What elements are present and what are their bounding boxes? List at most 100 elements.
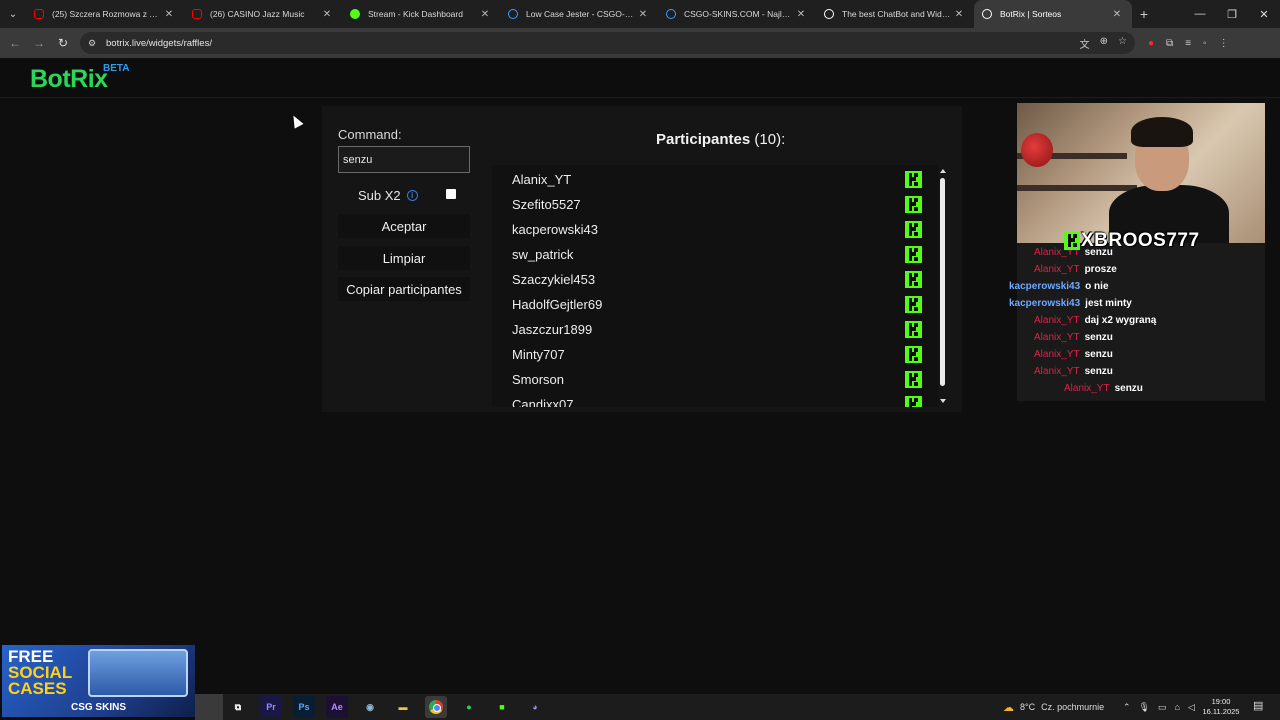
info-icon[interactable]: i <box>406 190 418 201</box>
participant-row: kacperowski43 <box>512 217 922 242</box>
participants-title-text: Participantes <box>656 131 751 148</box>
accept-button[interactable]: Aceptar <box>338 214 470 238</box>
tab-close-icon[interactable]: ✕ <box>636 9 650 20</box>
scroll-up-icon[interactable] <box>940 169 946 173</box>
clock[interactable]: 19:00 16.11.2025 <box>1199 697 1243 717</box>
discord-icon[interactable]: ◕ <box>524 696 546 718</box>
participants-scrollbar[interactable] <box>938 165 948 407</box>
browser-tab[interactable]: CSGO-SKINS.COM - Najlepsze ✕ <box>658 0 816 28</box>
tab-close-icon[interactable]: ✕ <box>952 9 966 20</box>
menu-dots-icon[interactable]: ⋮ <box>1219 38 1229 49</box>
browser-tab[interactable]: (25) Szczera Rozmowa z Yoshim✕ <box>26 0 184 28</box>
participant-name: Szaczykiel453 <box>512 272 596 287</box>
promo-brand: CSG SKINS <box>70 702 126 713</box>
chat-username: Alanix_YT <box>1034 264 1080 275</box>
clear-button[interactable]: Limpiar <box>338 246 470 270</box>
premiere-pro-icon[interactable]: Pr <box>260 696 282 718</box>
browser-tab[interactable]: The best ChatBot and Widgets ✕ <box>816 0 974 28</box>
notification-icon[interactable]: ▤ <box>1253 699 1263 712</box>
tray-chevron-icon[interactable]: ⌃ <box>1123 702 1131 713</box>
chat-message: kacperowski43 o nie <box>1009 281 1109 292</box>
bookmark-star-icon[interactable]: ☆ <box>1118 36 1127 51</box>
chat-text: senzu <box>1084 332 1113 343</box>
tab-search-chevron-icon[interactable]: ⌄ <box>0 0 26 28</box>
reload-icon[interactable]: ↻ <box>51 36 75 50</box>
weather-widget[interactable]: ☁ 8°C Cz. pochmurnie <box>1003 694 1104 720</box>
display-icon[interactable]: ▭ <box>1158 702 1167 713</box>
botrix-icon <box>982 9 992 19</box>
chat-text: jest minty <box>1085 298 1132 309</box>
tab-title: The best ChatBot and Widgets <box>842 9 952 19</box>
tab-close-icon[interactable]: ✕ <box>794 9 808 20</box>
kick-icon <box>905 246 922 263</box>
mouse-cursor <box>289 113 304 129</box>
file-explorer-icon[interactable]: ▬ <box>392 696 414 718</box>
youtube-extension-icon[interactable]: ● <box>1148 38 1154 49</box>
chrome-icon[interactable] <box>425 696 447 718</box>
minimize-icon[interactable]: — <box>1184 0 1216 28</box>
chat-text: senzu <box>1084 366 1113 377</box>
zoom-icon[interactable]: ⊕ <box>1100 36 1108 51</box>
tab-title: (25) Szczera Rozmowa z Yoshim <box>52 9 162 19</box>
extensions-icon[interactable]: ⧉ <box>1166 38 1173 49</box>
browser-tab[interactable]: (26) CASINO Jazz Music ✕ <box>184 0 342 28</box>
media-control-icon[interactable]: ≡ <box>1185 38 1191 49</box>
chat-text: senzu <box>1084 349 1113 360</box>
clock-time: 19:00 <box>1211 697 1231 706</box>
address-bar: ← → ↻ ⚙ botrix.live/widgets/raffles/ 文 ⊕… <box>0 28 1280 58</box>
tab-close-icon[interactable]: ✕ <box>478 9 492 20</box>
figurine <box>1021 133 1053 167</box>
spotify-icon[interactable]: ● <box>458 696 480 718</box>
browser-tab[interactable]: BotRix | Sorteos ✕ <box>974 0 1132 28</box>
youtube-icon <box>34 9 44 19</box>
copy-participants-button[interactable]: Copiar participantes <box>338 277 470 301</box>
forward-icon[interactable]: → <box>27 36 51 50</box>
kick-icon <box>905 321 922 338</box>
sub-x2-checkbox[interactable] <box>446 189 456 199</box>
browser-tab[interactable]: Low Case Jester - CSGO-SKINS✕ <box>500 0 658 28</box>
site-info-icon[interactable]: ⚙ <box>88 38 100 49</box>
url-field[interactable]: ⚙ botrix.live/widgets/raffles/ 文 ⊕ ☆ <box>80 32 1135 54</box>
chat-username: kacperowski43 <box>1009 298 1081 309</box>
chat-message: Alanix_YT daj x2 wygraną <box>1034 315 1156 326</box>
kick-icon <box>905 271 922 288</box>
back-icon[interactable]: ← <box>3 36 27 50</box>
tab-title: CSGO-SKINS.COM - Najlepsze <box>684 9 794 19</box>
participants-count: (10): <box>754 131 786 148</box>
browser-tab[interactable]: Stream - Kick Dashboard ✕ <box>342 0 500 28</box>
participant-row: Szefito5527 <box>512 192 922 217</box>
close-window-icon[interactable]: ✕ <box>1248 0 1280 28</box>
participant-name: Szefito5527 <box>512 197 581 212</box>
network-icon[interactable]: ⌂ <box>1175 702 1180 712</box>
chat-text: o nie <box>1085 281 1109 292</box>
tab-close-icon[interactable]: ✕ <box>1110 9 1124 20</box>
volume-icon[interactable]: ◁ <box>1188 702 1195 713</box>
command-input[interactable] <box>338 146 470 173</box>
microphone-icon[interactable]: 🎙 <box>1139 702 1150 713</box>
tab-close-icon[interactable]: ✕ <box>320 9 334 20</box>
scroll-down-icon[interactable] <box>940 399 946 403</box>
steam-icon[interactable]: ◉ <box>359 696 381 718</box>
participant-name: Alanix_YT <box>512 172 572 187</box>
profile-icon[interactable]: ◦ <box>1203 38 1207 49</box>
tab-title: Stream - Kick Dashboard <box>368 9 463 19</box>
maximize-icon[interactable]: ❐ <box>1216 0 1248 28</box>
taskbar-search[interactable] <box>195 694 223 720</box>
promo-line: CASES <box>8 679 67 698</box>
translate-icon[interactable]: 文 <box>1080 36 1090 51</box>
chat-text: prosze <box>1084 264 1117 275</box>
photoshop-icon[interactable]: Ps <box>293 696 315 718</box>
tab-close-icon[interactable]: ✕ <box>162 9 176 20</box>
after-effects-icon[interactable]: Ae <box>326 696 348 718</box>
participants-list[interactable]: Alanix_YT Szefito5527 kacperowski43 sw_patr… <box>492 165 938 407</box>
kick-app-icon[interactable]: ■ <box>491 696 513 718</box>
botrix-logo[interactable]: BotRix <box>30 65 108 94</box>
new-tab-button[interactable]: + <box>1132 6 1156 22</box>
scroll-thumb[interactable] <box>940 178 945 386</box>
sub-x2-label: Sub X2 <box>358 188 401 203</box>
task-view-icon[interactable]: ⧉ <box>227 696 249 718</box>
sub-x2-option: Sub X2 i <box>358 188 418 203</box>
chat-text: daj x2 wygraną <box>1084 315 1157 326</box>
chat-message: Alanix_YT prosze <box>1034 264 1117 275</box>
botrix-icon <box>824 9 834 19</box>
